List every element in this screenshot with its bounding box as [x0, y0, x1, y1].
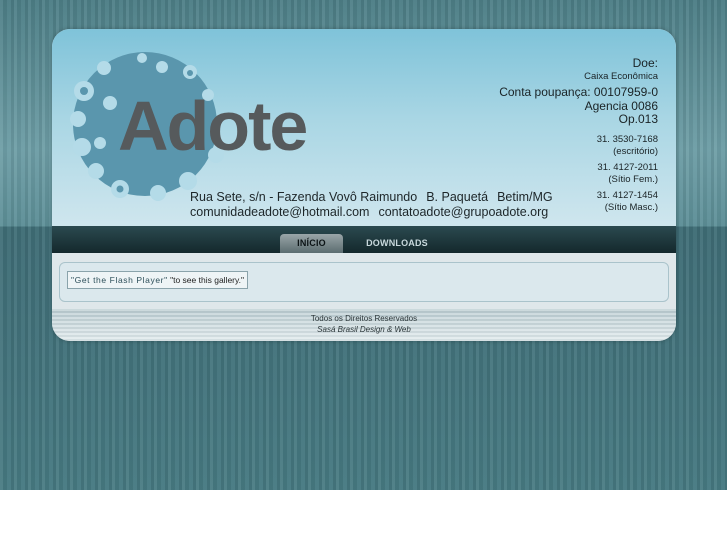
donate-title: Doe: [632, 56, 658, 70]
main-nav: INÍCIO DOWNLOADS [52, 226, 676, 253]
footer-credit[interactable]: Sasá Brasil Design & Web [52, 324, 676, 335]
flash-notice: "Get the Flash Player" "to see this gall… [67, 271, 249, 289]
flash-notice-text: "to see this gallery." [170, 275, 245, 285]
site-header: Adote Rua Sete, s/n - Fazenda Vovô Raimu… [52, 29, 676, 226]
footer-rights: Todos os Direitos Reservados [310, 314, 418, 323]
email-hotmail[interactable]: comunidadeadote@hotmail.com [190, 205, 369, 219]
donation-info: Doe: Caixa Econômica Conta poupança: 001… [499, 56, 658, 127]
phone-number: 31. 3530-7168 [596, 134, 658, 145]
get-flash-player-link[interactable]: "Get the Flash Player" [71, 275, 168, 285]
phone-label: (escritório) [613, 145, 658, 157]
phone-number: 31. 4127-1454 [596, 190, 658, 201]
donate-agency: Agencia 0086 [584, 98, 658, 113]
adote-logo[interactable]: Adote [70, 51, 320, 201]
phone-label: (Sítio Masc.) [604, 201, 658, 213]
main-panel: Adote Rua Sete, s/n - Fazenda Vovô Raimu… [52, 29, 676, 341]
email-grupoadote[interactable]: contatoadote@grupoadote.org [378, 205, 548, 219]
email-line: comunidadeadote@hotmail.com contatoadote@… [190, 205, 562, 220]
donate-account: Conta poupança: 00107959-0 [499, 85, 658, 99]
donate-op: Op.013 [618, 112, 658, 126]
gallery-area: "Get the Flash Player" "to see this gall… [59, 262, 669, 302]
logo-text: Adote [118, 87, 306, 165]
phone-number: 31. 4127-2011 [597, 162, 658, 173]
tab-inicio[interactable]: INÍCIO [280, 234, 343, 253]
donate-bank: Caixa Econômica [584, 71, 658, 82]
phone-label: (Sítio Fem.) [608, 173, 658, 185]
phone-item: 31. 3530-7168 (escritório) [597, 134, 658, 157]
tab-downloads[interactable]: DOWNLOADS [352, 234, 442, 253]
phone-list: 31. 3530-7168 (escritório) 31. 4127-2011… [597, 134, 658, 218]
address-street: Rua Sete, s/n - Fazenda Vovô Raimundo [190, 190, 418, 204]
address-line: Rua Sete, s/n - Fazenda Vovô Raimundo B. … [190, 190, 562, 205]
phone-item: 31. 4127-2011 (Sítio Fem.) [597, 162, 658, 185]
page-background: Adote Rua Sete, s/n - Fazenda Vovô Raimu… [0, 0, 727, 490]
address-city: Betim/MG [497, 190, 553, 204]
address-block: Rua Sete, s/n - Fazenda Vovô Raimundo B. … [190, 190, 562, 220]
site-footer: Todos os Direitos Reservados Sasá Brasil… [52, 309, 676, 341]
phone-item: 31. 4127-1454 (Sítio Masc.) [597, 190, 658, 213]
address-district: B. Paquetá [426, 190, 489, 204]
